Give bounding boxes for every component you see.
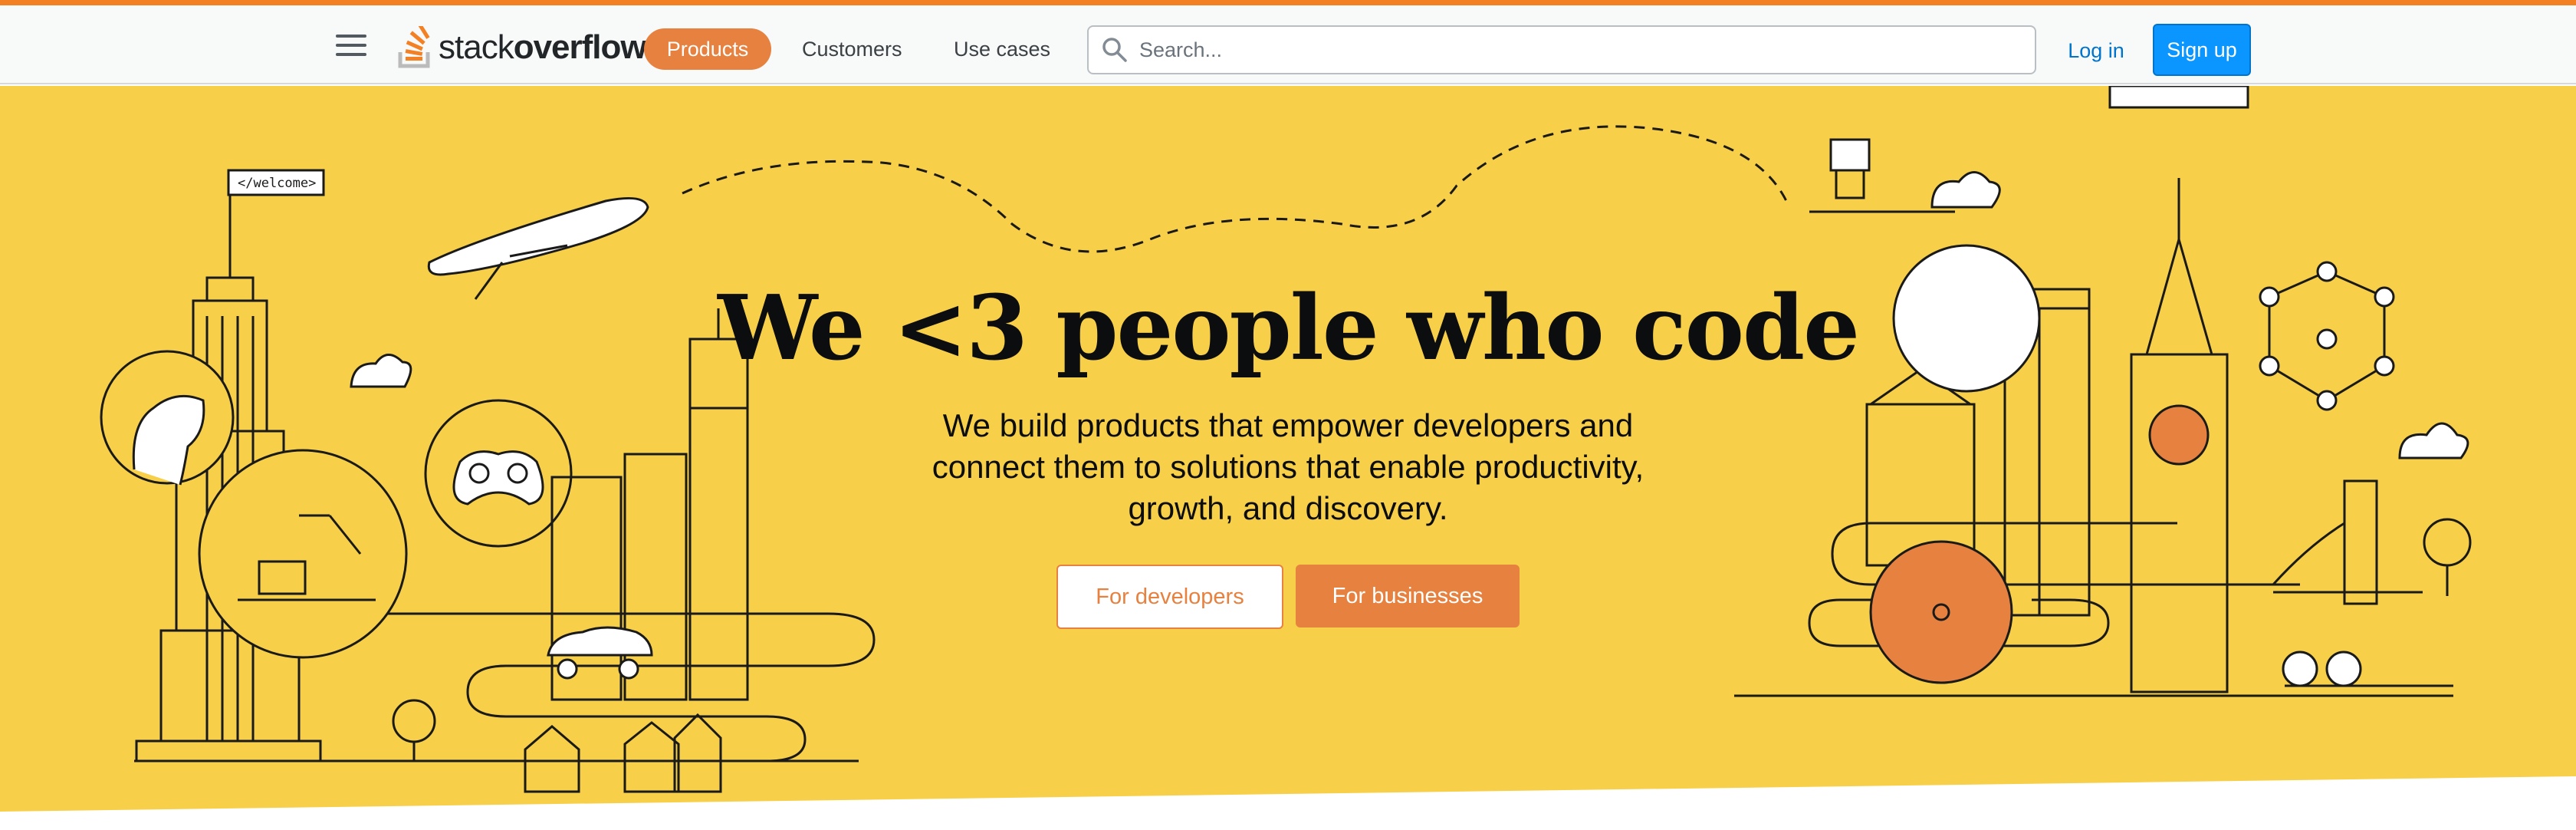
- for-businesses-button[interactable]: For businesses: [1296, 565, 1520, 627]
- for-developers-button[interactable]: For developers: [1056, 565, 1283, 629]
- signup-button[interactable]: Sign up: [2153, 24, 2251, 76]
- login-button[interactable]: Log in: [2055, 28, 2137, 73]
- search-icon: [1102, 38, 1127, 62]
- search-box[interactable]: [1087, 25, 2036, 74]
- stack-overflow-logo[interactable]: stackoverflow: [397, 21, 647, 74]
- top-accent-bar: [0, 0, 2576, 5]
- hero-section: </welcome> We <3 people who code We buil…: [0, 86, 2576, 830]
- hero-title: We <3 people who code: [718, 276, 1860, 380]
- hamburger-icon[interactable]: [336, 31, 366, 59]
- logo-wordmark: stackoverflow: [439, 28, 647, 66]
- stack-overflow-logo-icon: [398, 26, 430, 68]
- search-input[interactable]: [1139, 38, 1983, 62]
- nav-customers[interactable]: Customers: [802, 28, 902, 70]
- flag-text: </welcome>: [238, 176, 316, 191]
- nav-use-cases[interactable]: Use cases: [954, 28, 1050, 70]
- hero-subtitle: We build products that empower developer…: [932, 407, 1644, 526]
- top-navigation: stackoverflow Products Customers Use cas…: [0, 5, 2576, 84]
- nav-products[interactable]: Products: [644, 28, 771, 70]
